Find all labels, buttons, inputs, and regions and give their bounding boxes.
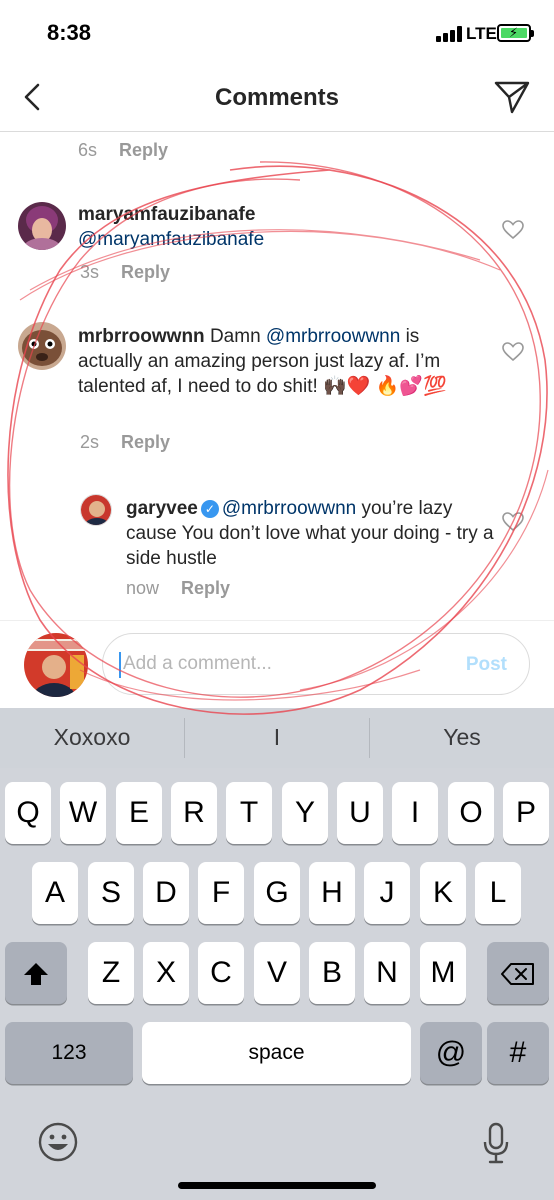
avatar[interactable] (80, 494, 112, 526)
key-o[interactable]: O (448, 782, 494, 844)
comment-mention[interactable]: @maryamfauzibanafe (78, 229, 264, 250)
key-g[interactable]: G (254, 862, 300, 924)
reply-button[interactable]: Reply (119, 140, 168, 160)
comment-time: 3s (80, 262, 100, 282)
comment-time: 6s (78, 140, 98, 160)
key-k[interactable]: K (420, 862, 466, 924)
avatar[interactable] (18, 202, 66, 250)
key-v[interactable]: V (254, 942, 300, 1004)
status-time: 8:38 (47, 20, 92, 45)
key-w[interactable]: W (60, 782, 106, 844)
avatar[interactable] (24, 633, 88, 697)
nav-header: Comments (0, 62, 554, 132)
avatar[interactable] (18, 322, 66, 370)
key-i[interactable]: I (392, 782, 438, 844)
paper-plane-icon[interactable] (494, 80, 530, 114)
key-e[interactable]: E (116, 782, 162, 844)
comment-body: garyvee ✓ @mrbrroowwnn you’re lazy cause Y… (126, 496, 506, 571)
hash-key[interactable]: # (487, 1022, 549, 1084)
key-q[interactable]: Q (5, 782, 51, 844)
comment-time: 2s (80, 432, 100, 452)
verified-badge-icon: ✓ (200, 500, 219, 518)
text-cursor (119, 652, 121, 678)
battery-icon: ⚡ (497, 24, 534, 42)
key-y[interactable]: Y (282, 782, 328, 844)
key-j[interactable]: J (364, 862, 410, 924)
delete-key[interactable] (487, 942, 549, 1004)
network-label: LTE (466, 24, 497, 43)
key-f[interactable]: F (198, 862, 244, 924)
comment-username[interactable]: maryamfauzibanafe (78, 204, 255, 225)
status-bar: 8:38 LTE ⚡ (0, 0, 554, 62)
delete-icon (501, 963, 534, 986)
heart-icon[interactable] (502, 220, 524, 240)
key-a[interactable]: A (32, 862, 78, 924)
reply-button[interactable]: Reply (121, 262, 170, 282)
key-c[interactable]: C (198, 942, 244, 1004)
comment-meta: 2s Reply (80, 432, 170, 453)
key-u[interactable]: U (337, 782, 383, 844)
comment-body: mrbrroowwnn Damn @mrbrroowwnn is actuall… (78, 324, 478, 399)
at-key[interactable]: @ (420, 1022, 482, 1084)
comment-time: now (126, 578, 160, 598)
keyboard: Xoxoxo I Yes Q W E R T Y U I O P A S D F… (0, 708, 554, 1200)
page-title: Comments (214, 84, 340, 111)
key-b[interactable]: B (309, 942, 355, 1004)
emoji-icon[interactable] (38, 1122, 78, 1162)
comment-box[interactable]: Post (102, 633, 530, 695)
key-n[interactable]: N (364, 942, 410, 1004)
shift-icon (24, 963, 48, 986)
comment-mention[interactable]: @mrbrroowwnn (266, 326, 400, 347)
heart-icon[interactable] (502, 342, 524, 362)
key-s[interactable]: S (88, 862, 134, 924)
signal-icon (436, 26, 462, 42)
home-indicator (178, 1182, 376, 1189)
space-key[interactable]: space (142, 1022, 411, 1084)
shift-key[interactable] (5, 942, 67, 1004)
comment-meta: now Reply (126, 578, 230, 599)
reply-button[interactable]: Reply (181, 578, 230, 598)
suggestion-item[interactable]: Xoxoxo (0, 708, 184, 768)
comment-meta: 3s Reply (80, 262, 170, 283)
reply-button[interactable]: Reply (121, 432, 170, 452)
comment-input[interactable] (123, 634, 443, 694)
suggestion-bar: Xoxoxo I Yes (0, 708, 554, 768)
comment-text: Damn (209, 326, 266, 347)
key-p[interactable]: P (503, 782, 549, 844)
comment-username[interactable]: mrbrroowwnn (78, 326, 205, 347)
comment-body: maryamfauzibanafe @maryamfauzibanafe (78, 202, 498, 252)
suggestion-item[interactable]: Yes (370, 708, 554, 768)
heart-icon[interactable] (502, 512, 524, 532)
comment-username[interactable]: garyvee (126, 498, 198, 519)
suggestion-item[interactable]: I (185, 708, 369, 768)
key-t[interactable]: T (226, 782, 272, 844)
key-d[interactable]: D (143, 862, 189, 924)
post-button[interactable]: Post (466, 654, 507, 676)
comment-composer: Post (0, 620, 554, 708)
numbers-key[interactable]: 123 (5, 1022, 133, 1084)
key-x[interactable]: X (143, 942, 189, 1004)
key-m[interactable]: M (420, 942, 466, 1004)
comments-list[interactable]: 6s Reply maryamfauzibanafe @maryamfauziba… (0, 132, 554, 620)
key-r[interactable]: R (171, 782, 217, 844)
key-z[interactable]: Z (88, 942, 134, 1004)
comment-mention[interactable]: @mrbrroowwnn (222, 498, 356, 519)
key-h[interactable]: H (309, 862, 355, 924)
comment-meta: 6s Reply (78, 140, 168, 161)
microphone-icon[interactable] (482, 1122, 510, 1164)
key-l[interactable]: L (475, 862, 521, 924)
